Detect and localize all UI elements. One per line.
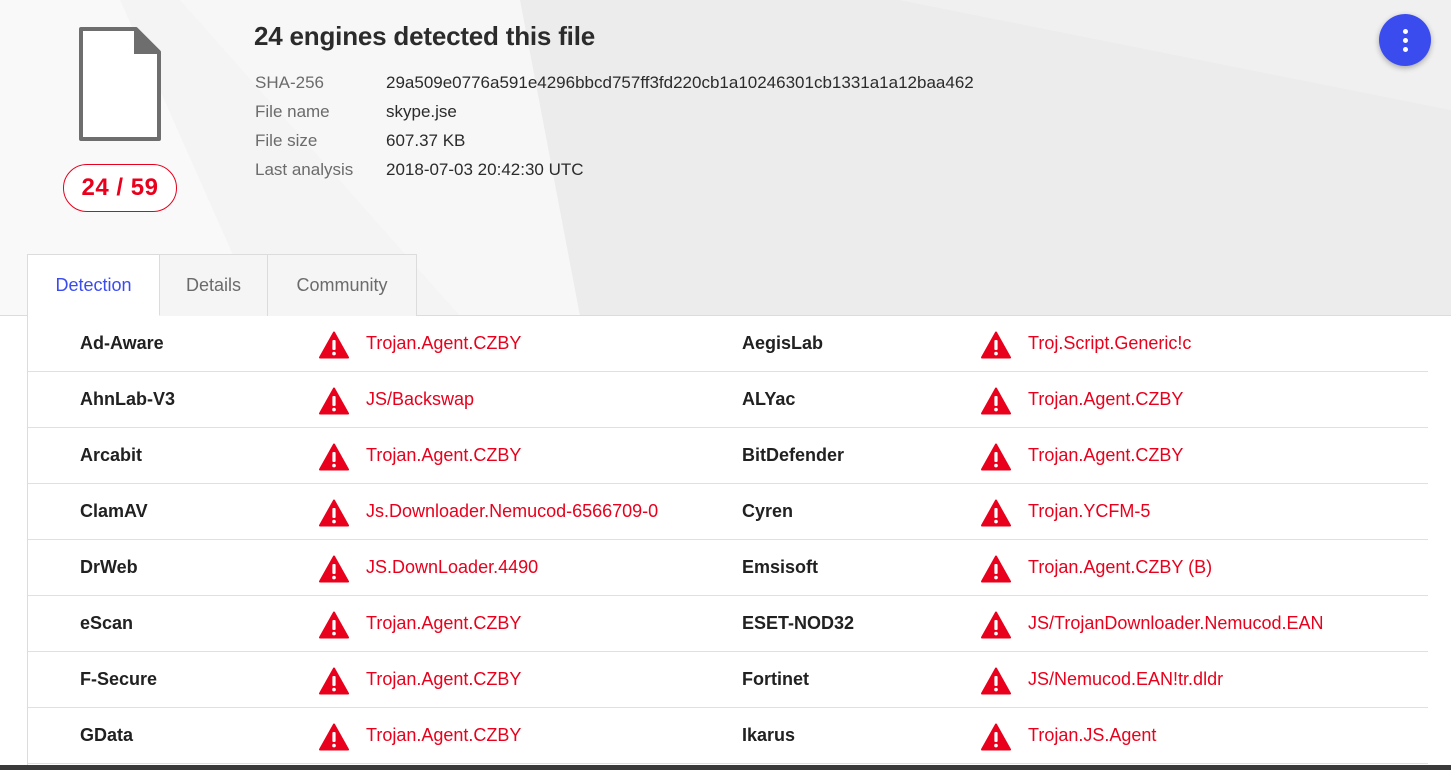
alert-triangle-icon <box>981 387 1011 415</box>
detection-result: JS/TrojanDownloader.Nemucod.EAN <box>1028 613 1324 633</box>
engine-name: Fortinet <box>742 669 809 689</box>
table-row: Arcabit Trojan.Agent.CZBY BitDefender Troja… <box>28 428 1428 484</box>
detection-headline: 24 engines detected this file <box>254 21 595 51</box>
table-row: Ad-Aware Trojan.Agent.CZBY AegisLab Troj.Sc… <box>28 316 1428 372</box>
alert-triangle-icon <box>981 443 1011 471</box>
table-row: eScan Trojan.Agent.CZBY ESET-NOD32 JS/Troja… <box>28 596 1428 652</box>
detection-result: Trojan.Agent.CZBY (B) <box>1028 557 1213 577</box>
alert-triangle-icon <box>981 667 1011 695</box>
detection-result: Trojan.Agent.CZBY <box>1028 445 1184 465</box>
file-size-value: 607.37 KB <box>386 130 466 150</box>
more-vertical-icon <box>1402 28 1408 34</box>
alert-triangle-icon <box>319 723 349 751</box>
meta-row-sha256: SHA-256 29a509e0776a591e4296bbcd757ff3fd… <box>255 68 974 97</box>
engine-name: DrWeb <box>80 557 138 577</box>
alert-triangle-icon <box>319 667 349 695</box>
meta-row-file-size: File size 607.37 KB <box>255 126 974 155</box>
engine-name: F-Secure <box>80 669 158 689</box>
engine-name: Cyren <box>742 501 794 521</box>
table-row: F-Secure Trojan.Agent.CZBY Fortinet JS/Nemu… <box>28 652 1428 708</box>
engine-name: Emsisoft <box>742 557 819 577</box>
alert-triangle-icon <box>319 499 349 527</box>
alert-triangle-icon <box>981 555 1011 583</box>
meta-key: SHA-256 <box>255 72 324 92</box>
alert-triangle-icon <box>981 331 1011 359</box>
bottom-edge <box>0 765 1451 770</box>
detection-result: JS.DownLoader.4490 <box>366 557 539 577</box>
detection-result: Trojan.JS.Agent <box>1028 725 1157 745</box>
detection-result: Trojan.YCFM-5 <box>1028 501 1151 521</box>
detection-result: Trojan.Agent.CZBY <box>366 445 522 465</box>
engine-name: ESET-NOD32 <box>742 613 855 633</box>
table-row: DrWeb JS.DownLoader.4490 Emsisoft Trojan.Ag… <box>28 540 1428 596</box>
detection-result: Trojan.Agent.CZBY <box>1028 389 1184 409</box>
table-row: ClamAV Js.Downloader.Nemucod-6566709-0 Cyr… <box>28 484 1428 540</box>
engine-name: AegisLab <box>742 333 824 353</box>
alert-triangle-icon <box>319 387 349 415</box>
detection-result: Js.Downloader.Nemucod-6566709-0 <box>366 501 659 521</box>
tab-detection[interactable]: Detection <box>28 254 160 316</box>
table-row: GData Trojan.Agent.CZBY Ikarus Trojan.JS.Ag… <box>28 708 1428 764</box>
meta-row-file-name: File name skype.jse <box>255 97 974 126</box>
more-options-button[interactable] <box>1379 14 1431 66</box>
report-tabs: Detection Details Community <box>27 254 417 316</box>
meta-row-last-analysis: Last analysis 2018-07-03 20:42:30 UTC <box>255 155 974 184</box>
detection-result: Troj.Script.Generic!c <box>1028 333 1192 353</box>
last-analysis-value: 2018-07-03 20:42:30 UTC <box>386 159 584 179</box>
engine-name: GData <box>80 725 134 745</box>
meta-key: Last analysis <box>255 159 354 179</box>
engine-name: ALYac <box>742 389 796 409</box>
table-row: AhnLab-V3 JS/Backswap ALYac Trojan.Agent.CZ… <box>28 372 1428 428</box>
file-icon <box>79 27 161 141</box>
detection-result: Trojan.Agent.CZBY <box>366 725 522 745</box>
file-metadata: SHA-256 29a509e0776a591e4296bbcd757ff3fd… <box>255 68 974 184</box>
meta-key: File size <box>255 130 318 150</box>
engine-name: Arcabit <box>80 445 143 465</box>
alert-triangle-icon <box>981 723 1011 751</box>
tab-community[interactable]: Community <box>268 254 417 316</box>
alert-triangle-icon <box>981 499 1011 527</box>
detection-result: Trojan.Agent.CZBY <box>366 333 522 353</box>
detection-result: Trojan.Agent.CZBY <box>366 613 522 633</box>
meta-key: File name <box>255 101 330 121</box>
engine-name: Ad-Aware <box>80 333 164 353</box>
detection-score-badge: 24 / 59 <box>63 164 177 212</box>
engine-name: BitDefender <box>742 445 845 465</box>
alert-triangle-icon <box>319 331 349 359</box>
more-vertical-icon-dot <box>1402 37 1408 43</box>
engine-name: eScan <box>80 613 134 633</box>
more-vertical-icon-dot <box>1402 46 1408 52</box>
alert-triangle-icon <box>319 555 349 583</box>
sha256-value: 29a509e0776a591e4296bbcd757ff3fd220cb1a1… <box>386 72 974 92</box>
alert-triangle-icon <box>981 611 1011 639</box>
detection-result: JS/Nemucod.EAN!tr.dldr <box>1028 669 1224 689</box>
engine-name: Ikarus <box>742 725 796 745</box>
detection-result: Trojan.Agent.CZBY <box>366 669 522 689</box>
engine-name: ClamAV <box>80 501 148 521</box>
tab-details[interactable]: Details <box>160 254 268 316</box>
detection-result: JS/Backswap <box>366 389 475 409</box>
engine-name: AhnLab-V3 <box>80 389 176 409</box>
file-name-value: skype.jse <box>386 101 457 121</box>
detection-table: Ad-Aware Trojan.Agent.CZBY AegisLab Troj.Sc… <box>28 316 1428 764</box>
alert-triangle-icon <box>319 611 349 639</box>
alert-triangle-icon <box>319 443 349 471</box>
